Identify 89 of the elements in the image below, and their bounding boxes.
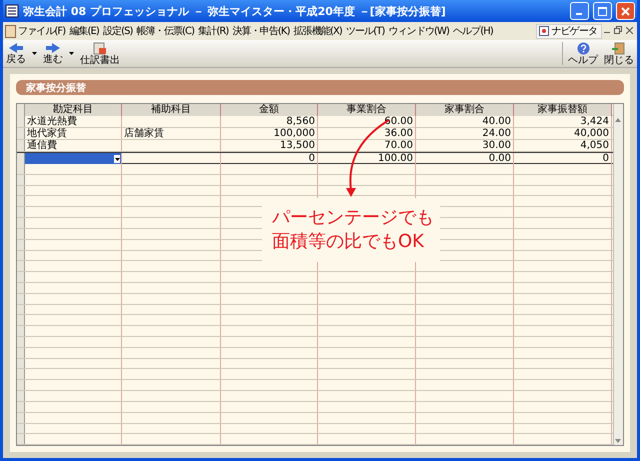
row-header[interactable] [17, 348, 25, 358]
row-header[interactable] [17, 153, 25, 164]
annotation-text: 面積等の比でもOK [272, 230, 426, 254]
menu-item[interactable]: ファイル(F) [16, 24, 68, 38]
toolbar-button[interactable]: 閉じる [601, 40, 637, 67]
column-header[interactable]: 補助科目 [122, 104, 221, 116]
table-cell: 13,500 [221, 140, 318, 151]
column-header[interactable]: 金額 [221, 104, 318, 116]
row-header[interactable] [17, 434, 25, 444]
row-header[interactable] [17, 294, 25, 304]
door-exit-icon [612, 42, 626, 54]
menu-item[interactable]: 決算・申告(K) [230, 24, 292, 38]
document-icon [5, 24, 16, 38]
menu-item[interactable]: ツール(T) [344, 24, 386, 38]
table-cell: 70.00 [318, 140, 416, 151]
row-header[interactable] [17, 140, 25, 151]
restore-icon[interactable] [612, 26, 624, 36]
table-cell: 店舗家賃 [122, 128, 221, 139]
app-icon [5, 4, 19, 18]
back-arrow-icon [8, 42, 24, 54]
row-header[interactable] [17, 186, 25, 196]
toolbar-button[interactable]: ヘルプ [565, 40, 601, 67]
table-cell: 0 [514, 153, 612, 164]
scroll-down-icon[interactable] [614, 437, 622, 445]
close-button[interactable] [616, 2, 635, 20]
table-cell: 水道光熱費 [25, 116, 122, 127]
row-header[interactable] [17, 196, 25, 206]
panel-title: 家事按分振替 [16, 80, 624, 95]
row-header[interactable] [17, 315, 25, 326]
table-cell: 40.00 [416, 116, 514, 127]
document-export-icon [93, 42, 107, 54]
maximize-icon [598, 6, 607, 16]
window-title: 弥生会計 08 プロフェッショナル － 弥生マイスター・平成20年度 －[家事按分振替] [23, 4, 447, 18]
row-header[interactable] [17, 228, 25, 239]
row-header[interactable] [17, 272, 25, 282]
table-cell: 0.00 [416, 153, 514, 164]
table-cell: 60.00 [318, 116, 416, 127]
menu-item[interactable]: 編集(E) [67, 24, 101, 38]
row-header[interactable] [17, 174, 25, 185]
navigator-icon [539, 26, 550, 36]
table-cell: 8,560 [221, 116, 318, 127]
row-header[interactable] [17, 402, 25, 412]
help-icon [576, 42, 590, 54]
forward-arrow-icon [45, 42, 61, 54]
table-cell: 36.00 [318, 128, 416, 139]
close-icon [621, 6, 630, 16]
table-cell: 30.00 [416, 140, 514, 151]
table-cell: 地代家賃 [25, 128, 122, 139]
table-cell: 通信費 [25, 140, 122, 151]
row-header[interactable] [17, 282, 25, 293]
menu-item[interactable]: 集計(R) [196, 24, 230, 38]
menu-item[interactable]: 設定(S) [100, 24, 135, 38]
row-header[interactable] [17, 380, 25, 390]
row-header[interactable] [17, 116, 25, 127]
navigator-button[interactable]: ナビゲータ [536, 24, 602, 38]
caret-icon [69, 52, 74, 55]
table-cell: 100.00 [318, 153, 416, 164]
caret-icon [32, 52, 37, 55]
scroll-up-icon[interactable] [614, 116, 622, 124]
row-header[interactable] [17, 218, 25, 228]
row-header[interactable] [17, 358, 25, 368]
toolbar-button[interactable]: 戻る [3, 40, 29, 67]
toolbar-button[interactable]: 仕訳書出 [77, 40, 123, 67]
maximize-button[interactable] [593, 2, 612, 20]
table-cell: 0 [221, 153, 318, 164]
table-cell: 40,000 [514, 128, 612, 139]
minimize-button[interactable] [570, 2, 589, 20]
menu-item[interactable]: ヘルプ(H) [450, 24, 495, 38]
row-header[interactable] [17, 128, 25, 139]
row-header[interactable] [17, 164, 25, 174]
row-header[interactable] [17, 369, 25, 380]
row-header[interactable] [17, 304, 25, 314]
menu-item[interactable]: 拡張機能(X) [292, 24, 344, 38]
table-cell: 100,000 [221, 128, 318, 139]
table-cell: 4,050 [514, 140, 612, 151]
table-cell: 3,424 [514, 116, 612, 127]
menu-item[interactable]: 帳簿・伝票(C) [134, 24, 196, 38]
close-icon[interactable] [624, 26, 635, 36]
scrollbar[interactable] [613, 104, 623, 445]
row-header[interactable] [17, 391, 25, 401]
toolbar-button[interactable]: 進む [40, 40, 66, 67]
row-header[interactable] [17, 207, 25, 218]
column-header[interactable]: 事業割合 [318, 104, 416, 116]
caret-icon [114, 158, 120, 160]
dropdown-field[interactable] [25, 153, 122, 164]
annotation-text: パーセンテージでも [272, 206, 435, 230]
row-header[interactable] [17, 261, 25, 272]
menu-item[interactable]: ウィンドウ(W) [386, 24, 451, 38]
table-cell: 24.00 [416, 128, 514, 139]
